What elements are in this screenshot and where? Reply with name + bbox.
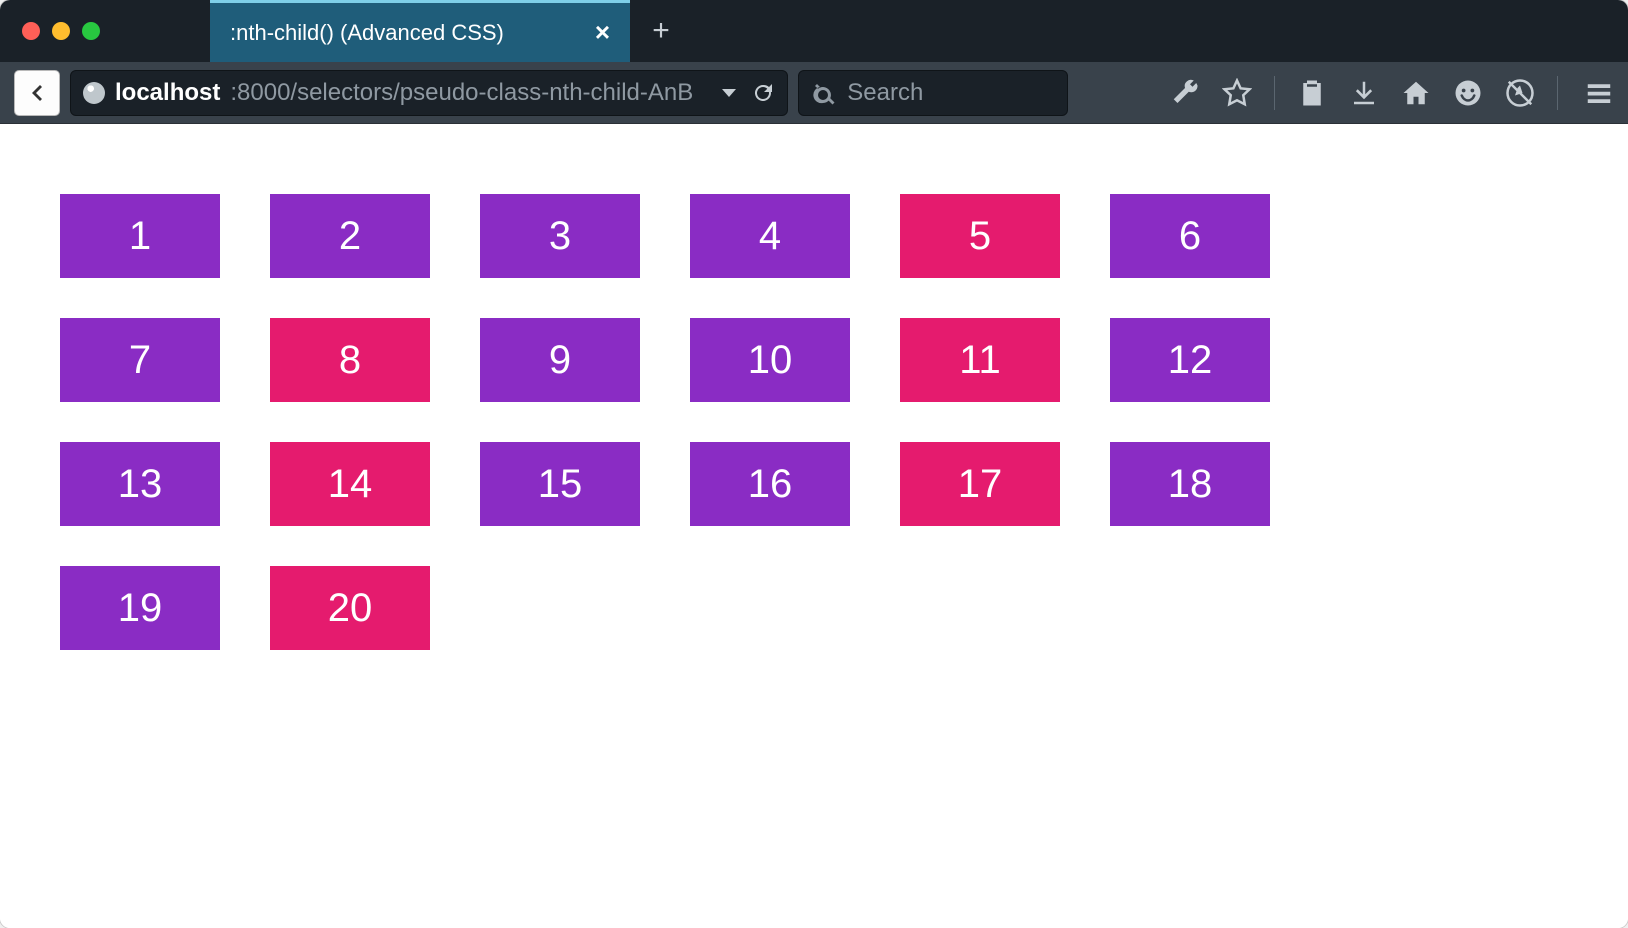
grid-cell: 9 bbox=[480, 318, 640, 402]
separator bbox=[1274, 76, 1275, 110]
arrow-left-icon bbox=[25, 81, 49, 105]
menu-button[interactable] bbox=[1584, 78, 1614, 108]
addon-button[interactable] bbox=[1505, 78, 1535, 108]
devtools-button[interactable] bbox=[1170, 78, 1200, 108]
home-icon bbox=[1401, 78, 1431, 108]
back-button[interactable] bbox=[14, 70, 60, 116]
tab-close-icon[interactable]: × bbox=[595, 17, 610, 48]
grid-cell: 1 bbox=[60, 194, 220, 278]
wrench-icon bbox=[1170, 78, 1200, 108]
chevron-down-icon bbox=[717, 81, 741, 105]
grid-cell: 18 bbox=[1110, 442, 1270, 526]
star-icon bbox=[1222, 78, 1252, 108]
grid-cell: 2 bbox=[270, 194, 430, 278]
url-path: :8000/selectors/pseudo-class-nth-child-A… bbox=[230, 79, 693, 107]
tab-strip: :nth-child() (Advanced CSS) × + bbox=[210, 0, 692, 62]
search-icon bbox=[813, 81, 837, 105]
grid-cell: 8 bbox=[270, 318, 430, 402]
grid-cell: 17 bbox=[900, 442, 1060, 526]
smiley-icon bbox=[1453, 78, 1483, 108]
search-bar[interactable]: Search bbox=[798, 70, 1068, 116]
window-zoom-button[interactable] bbox=[82, 22, 100, 40]
feedback-button[interactable] bbox=[1453, 78, 1483, 108]
tab-title: :nth-child() (Advanced CSS) bbox=[230, 20, 504, 46]
grid-cell: 6 bbox=[1110, 194, 1270, 278]
grid-cell: 7 bbox=[60, 318, 220, 402]
reload-icon bbox=[751, 81, 775, 105]
titlebar: :nth-child() (Advanced CSS) × + bbox=[0, 0, 1628, 62]
grid-cell: 4 bbox=[690, 194, 850, 278]
page-viewport: 1234567891011121314151617181920 bbox=[0, 124, 1628, 928]
grid-cell: 13 bbox=[60, 442, 220, 526]
grid-cell: 5 bbox=[900, 194, 1060, 278]
clipboard-icon bbox=[1297, 78, 1327, 108]
toolbar-icons bbox=[1170, 76, 1614, 110]
grid-cell: 16 bbox=[690, 442, 850, 526]
history-dropdown-button[interactable] bbox=[717, 81, 741, 105]
globe-icon bbox=[83, 82, 105, 104]
browser-window: :nth-child() (Advanced CSS) × + localhos… bbox=[0, 0, 1628, 928]
home-button[interactable] bbox=[1401, 78, 1431, 108]
grid-cell: 15 bbox=[480, 442, 640, 526]
tab-active[interactable]: :nth-child() (Advanced CSS) × bbox=[210, 0, 630, 62]
clipboard-button[interactable] bbox=[1297, 78, 1327, 108]
grid-cell: 20 bbox=[270, 566, 430, 650]
window-minimize-button[interactable] bbox=[52, 22, 70, 40]
window-controls bbox=[22, 22, 100, 40]
new-tab-button[interactable]: + bbox=[630, 0, 692, 62]
search-placeholder: Search bbox=[847, 79, 923, 107]
number-grid: 1234567891011121314151617181920 bbox=[60, 194, 1460, 650]
grid-cell: 19 bbox=[60, 566, 220, 650]
grid-cell: 14 bbox=[270, 442, 430, 526]
toolbar: localhost :8000/selectors/pseudo-class-n… bbox=[0, 62, 1628, 124]
grid-cell: 11 bbox=[900, 318, 1060, 402]
download-arrow-icon bbox=[1349, 78, 1379, 108]
hamburger-icon bbox=[1584, 78, 1614, 108]
address-bar[interactable]: localhost :8000/selectors/pseudo-class-n… bbox=[70, 70, 788, 116]
plus-icon: + bbox=[652, 14, 670, 48]
url-host: localhost bbox=[115, 79, 220, 107]
bookmark-button[interactable] bbox=[1222, 78, 1252, 108]
grid-cell: 12 bbox=[1110, 318, 1270, 402]
window-close-button[interactable] bbox=[22, 22, 40, 40]
separator bbox=[1557, 76, 1558, 110]
grid-cell: 10 bbox=[690, 318, 850, 402]
reload-button[interactable] bbox=[751, 81, 775, 105]
compass-disabled-icon bbox=[1505, 78, 1535, 108]
grid-cell: 3 bbox=[480, 194, 640, 278]
downloads-button[interactable] bbox=[1349, 78, 1379, 108]
